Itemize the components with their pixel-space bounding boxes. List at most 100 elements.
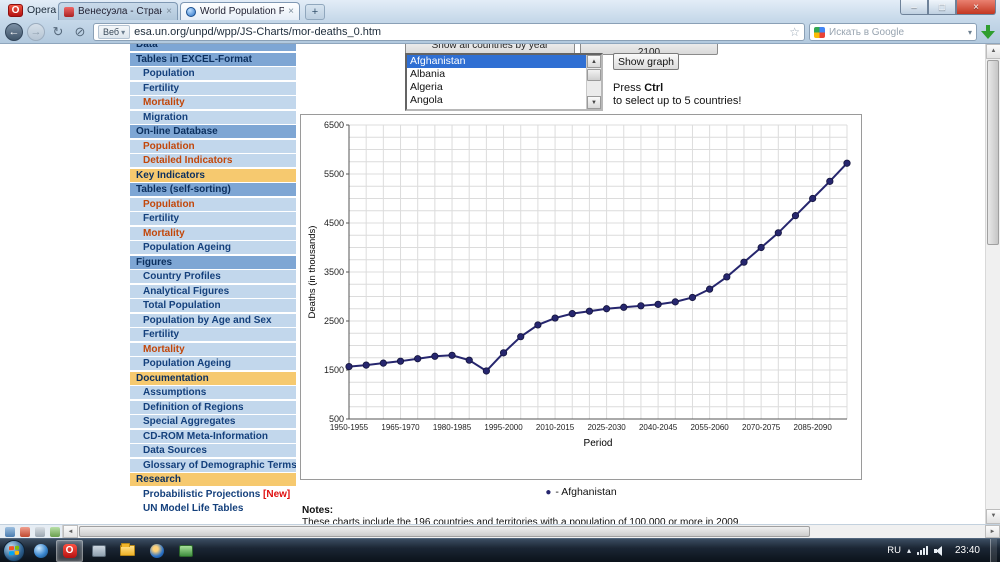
panels-toggle-icon[interactable] — [5, 526, 15, 537]
sidebar-item[interactable]: Documentation — [130, 371, 296, 385]
network-icon[interactable] — [916, 546, 928, 555]
country-option[interactable]: Albania — [407, 68, 586, 81]
sidebar-item[interactable]: Mortality — [130, 96, 296, 109]
legend-label: - Afghanistan — [555, 486, 617, 498]
svg-text:2085-2090: 2085-2090 — [794, 423, 833, 432]
tab-bar: O Opera ▾ Венесуэла - Страница... × Worl… — [0, 0, 1000, 20]
sidebar-item[interactable]: Population Ageing — [130, 241, 296, 254]
maximize-button[interactable]: □ — [928, 0, 956, 15]
sidebar-item[interactable]: Special Aggregates — [130, 415, 296, 428]
listbox-scrollbar[interactable]: ▲ ▼ — [586, 55, 601, 109]
address-input[interactable] — [134, 26, 786, 38]
scrollbar-thumb[interactable] — [587, 69, 601, 81]
sidebar-item[interactable]: Data Sources — [130, 444, 296, 457]
sidebar-item[interactable]: Assumptions — [130, 386, 296, 399]
scroll-up-icon[interactable]: ▲ — [587, 55, 601, 68]
country-listbox[interactable]: Afghanistan Albania Algeria Angola ▲ ▼ — [405, 53, 603, 111]
sidebar-item[interactable]: Tables in EXCEL-Format — [130, 52, 296, 66]
language-indicator[interactable]: RU — [887, 545, 901, 556]
show-desktop-button[interactable] — [990, 538, 997, 562]
sidebar-item[interactable]: Research — [130, 473, 296, 486]
google-icon — [814, 26, 825, 38]
legend-dot-icon: ● — [545, 487, 552, 498]
sidebar-item[interactable]: Fertility — [130, 212, 296, 225]
sidebar-item[interactable]: Tables (self-sorting) — [130, 183, 296, 196]
taskbar-media-player-button[interactable] — [143, 540, 170, 562]
notes-panel-icon[interactable] — [50, 526, 60, 537]
tab-venezuela[interactable]: Венесуэла - Страница... × — [58, 2, 178, 20]
sidebar-item[interactable]: Mortality — [130, 226, 296, 240]
minimize-button[interactable]: – — [900, 0, 928, 15]
taskbar-browser-button[interactable] — [27, 540, 54, 562]
sidebar-item[interactable]: CD-ROM Meta-Information — [130, 429, 296, 443]
sidebar-item[interactable]: UN Model Life Tables — [130, 502, 296, 515]
stop-button[interactable]: ⊘ — [71, 23, 89, 41]
taskbar-app2-button[interactable] — [172, 540, 199, 562]
hidden-icons-arrow-icon[interactable]: ▴ — [907, 546, 911, 555]
opera-icon: O — [62, 543, 77, 558]
sidebar-item[interactable]: Detailed Indicators — [130, 154, 296, 167]
web-badge[interactable]: Веб ▾ — [98, 25, 131, 39]
close-window-button[interactable]: × — [956, 0, 996, 15]
sidebar-item[interactable]: Total Population — [130, 299, 296, 312]
forward-button[interactable]: → — [27, 23, 45, 41]
sidebar-item[interactable]: Population Ageing — [130, 357, 296, 370]
search-box[interactable]: ▾ — [809, 23, 977, 41]
close-tab-icon[interactable]: × — [288, 6, 294, 17]
tab-world-population[interactable]: World Population Pros... × — [180, 2, 300, 20]
go-arrow-icon[interactable] — [981, 24, 995, 40]
sidebar-item[interactable]: Population — [130, 139, 296, 153]
deaths-chart-svg: 5001500250035004500550065001950-1955 1965… — [307, 120, 851, 449]
sidebar-item[interactable]: Mortality — [130, 342, 296, 356]
scrollbar-thumb[interactable] — [79, 525, 810, 537]
taskbar-app-button[interactable] — [85, 540, 112, 562]
vertical-scrollbar[interactable]: ▲ ▼ — [985, 44, 1000, 524]
taskbar-explorer-button[interactable] — [114, 540, 141, 562]
reload-button[interactable]: ↻ — [49, 23, 67, 41]
country-option[interactable]: Afghanistan — [407, 55, 586, 68]
sidebar-item[interactable]: Key Indicators — [130, 168, 296, 182]
scroll-down-icon[interactable]: ▼ — [587, 96, 601, 109]
sidebar-item[interactable]: Definition of Regions — [130, 400, 296, 414]
sidebar-item[interactable]: Analytical Figures — [130, 284, 296, 298]
new-tab-button[interactable]: + — [305, 4, 325, 20]
scroll-right-icon[interactable]: ► — [985, 524, 1000, 538]
bookmark-star-icon[interactable]: ☆ — [789, 25, 800, 39]
close-tab-icon[interactable]: × — [166, 6, 172, 17]
sidebar-item[interactable]: Fertility — [130, 328, 296, 341]
sidebar-item[interactable]: Fertility — [130, 81, 296, 95]
media-player-icon — [149, 543, 164, 558]
back-button[interactable]: ← — [5, 23, 23, 41]
sidebar-item[interactable]: Population — [130, 67, 296, 80]
address-bar[interactable]: Веб ▾ ☆ — [93, 23, 805, 41]
country-option[interactable]: Angola — [407, 94, 586, 107]
bookmarks-panel-icon[interactable] — [20, 526, 30, 537]
volume-icon[interactable] — [933, 545, 945, 556]
horizontal-scrollbar[interactable]: ◄ ► — [62, 524, 1000, 539]
sidebar-item[interactable]: Migration — [130, 110, 296, 124]
search-input[interactable] — [829, 26, 964, 38]
show-graph-button[interactable]: Show graph — [613, 53, 679, 70]
sidebar-item[interactable]: Country Profiles — [130, 270, 296, 283]
start-button[interactable] — [3, 539, 25, 562]
scroll-up-icon[interactable]: ▲ — [986, 44, 1000, 59]
sidebar-item[interactable]: Population by Age and Sex — [130, 313, 296, 327]
scrollbar-thumb[interactable] — [987, 60, 999, 245]
country-option[interactable]: Algeria — [407, 81, 586, 94]
sidebar-item[interactable]: Probabilistic Projections [New] — [130, 487, 296, 501]
sidebar-item[interactable]: Figures — [130, 255, 296, 269]
scroll-left-icon[interactable]: ◄ — [63, 524, 78, 538]
svg-text:2025-2030: 2025-2030 — [587, 423, 626, 432]
system-tray: RU ▴ 23:40 — [887, 538, 1000, 562]
chevron-down-icon[interactable]: ▾ — [968, 28, 972, 37]
notes: Notes: These charts include the 196 coun… — [302, 505, 741, 524]
sidebar-item[interactable]: On-line Database — [130, 125, 296, 138]
scroll-down-icon[interactable]: ▼ — [986, 509, 1000, 524]
opera-logo-icon: O — [8, 3, 23, 17]
clock[interactable]: 23:40 — [955, 545, 980, 556]
sidebar-item[interactable]: Data — [130, 44, 296, 51]
sidebar-item[interactable]: Population — [130, 197, 296, 211]
downloads-panel-icon[interactable] — [35, 526, 45, 537]
taskbar-opera-button[interactable]: O — [56, 539, 83, 562]
sidebar-item[interactable]: Glossary of Demographic Terms — [130, 458, 296, 472]
